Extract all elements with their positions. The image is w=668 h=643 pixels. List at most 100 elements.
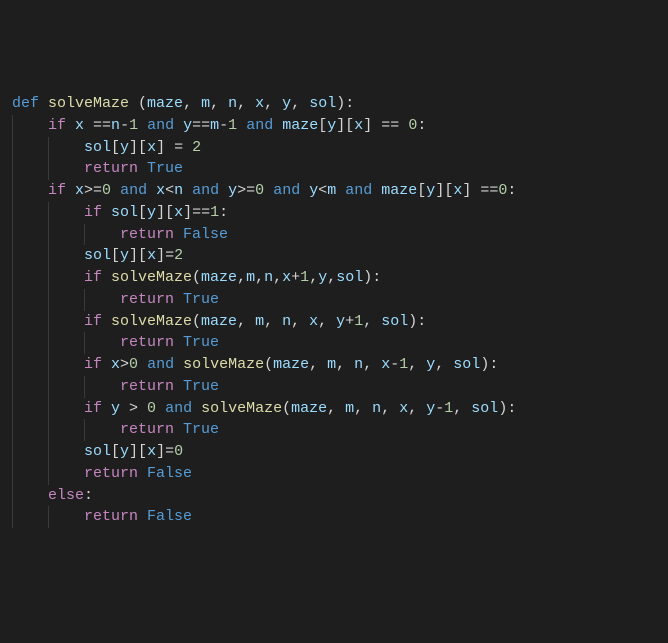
code-token: n <box>174 182 183 199</box>
code-token: and <box>138 117 183 134</box>
code-token: - <box>219 117 228 134</box>
code-token: x <box>174 204 183 221</box>
code-token: , <box>435 356 453 373</box>
code-token: if <box>48 182 75 199</box>
code-token: x <box>156 182 165 199</box>
code-token: , <box>273 269 282 286</box>
code-token: x <box>453 182 462 199</box>
code-token: sol <box>111 204 138 221</box>
code-token: < <box>165 182 174 199</box>
code-token: n <box>111 117 120 134</box>
code-token: 0 <box>102 182 111 199</box>
code-token: return <box>120 421 183 438</box>
code-token: ] <box>156 443 165 460</box>
code-token: maze <box>282 117 318 134</box>
code-token: , <box>291 95 309 112</box>
code-token: True <box>183 334 219 351</box>
code-token: ] <box>183 204 192 221</box>
code-token: , <box>237 95 255 112</box>
code-line: return True <box>10 376 658 398</box>
code-token: return <box>120 226 183 243</box>
code-token: [ <box>111 247 120 264</box>
code-token: 1 <box>228 117 237 134</box>
code-token: 2 <box>174 247 183 264</box>
code-token: n <box>372 400 381 417</box>
code-token: 0 <box>408 117 417 134</box>
code-token: and <box>237 117 282 134</box>
code-token: >= <box>84 182 102 199</box>
code-token: y <box>426 400 435 417</box>
code-token: solveMaze <box>48 95 138 112</box>
code-token: True <box>183 378 219 395</box>
code-line: return False <box>10 506 658 528</box>
code-token: and <box>183 182 228 199</box>
code-token: solveMaze <box>183 356 264 373</box>
code-token: > <box>120 356 129 373</box>
code-token: [ <box>111 139 120 156</box>
code-token: 2 <box>192 139 201 156</box>
code-token: , <box>237 269 246 286</box>
code-token: + <box>345 313 354 330</box>
code-token: - <box>390 356 399 373</box>
code-token: n <box>228 95 237 112</box>
code-token: y <box>228 182 237 199</box>
code-line: def solveMaze (maze, m, n, x, y, sol): <box>10 93 658 115</box>
code-token: x <box>381 356 390 373</box>
code-token: == <box>192 117 210 134</box>
code-token: x <box>111 356 120 373</box>
code-line: sol[y][x]=0 <box>10 441 658 463</box>
code-line: sol[y][x]=2 <box>10 245 658 267</box>
code-token: ( <box>192 269 201 286</box>
code-token: 1 <box>300 269 309 286</box>
code-token: y <box>147 204 156 221</box>
code-token: ] <box>156 247 165 264</box>
code-token: else <box>48 487 84 504</box>
code-line: return True <box>10 289 658 311</box>
code-token: sol <box>336 269 363 286</box>
code-token: y <box>282 95 291 112</box>
code-token: > <box>129 400 147 417</box>
code-token: = <box>174 139 192 156</box>
code-token: maze <box>273 356 309 373</box>
code-token: and <box>156 400 201 417</box>
code-token: == <box>480 182 498 199</box>
code-token: sol <box>84 443 111 460</box>
code-token: == <box>93 117 111 134</box>
code-token: , <box>453 400 471 417</box>
code-token: , <box>363 356 381 373</box>
code-token: m <box>327 182 336 199</box>
code-token: >= <box>237 182 255 199</box>
code-token: , <box>381 400 399 417</box>
code-token: y <box>318 269 327 286</box>
code-token: maze <box>291 400 327 417</box>
code-token: x <box>147 247 156 264</box>
code-token: , <box>309 356 327 373</box>
code-token: if <box>48 117 75 134</box>
code-token: , <box>327 400 345 417</box>
code-token: and <box>111 182 156 199</box>
code-token: ( <box>138 95 147 112</box>
code-block: def solveMaze (maze, m, n, x, y, sol):if… <box>10 93 658 528</box>
code-token: if <box>84 313 111 330</box>
code-token: , <box>183 95 201 112</box>
code-token: y <box>120 139 129 156</box>
code-token: if <box>84 400 111 417</box>
code-token: 0 <box>147 400 156 417</box>
code-token: y <box>183 117 192 134</box>
code-token: m <box>210 117 219 134</box>
code-token: x <box>282 269 291 286</box>
code-token: 1 <box>129 117 138 134</box>
code-token: n <box>282 313 291 330</box>
code-token: x <box>75 117 93 134</box>
code-token: if <box>84 269 111 286</box>
code-token: def <box>12 95 48 112</box>
code-token: return <box>120 378 183 395</box>
code-token: solveMaze <box>111 313 192 330</box>
code-line: if solveMaze(maze, m, n, x, y+1, sol): <box>10 311 658 333</box>
code-token: ): <box>498 400 516 417</box>
code-token: x <box>399 400 408 417</box>
code-token: 1 <box>210 204 219 221</box>
code-token: True <box>183 291 219 308</box>
code-token: : <box>84 487 93 504</box>
code-line: if solveMaze(maze,m,n,x+1,y,sol): <box>10 267 658 289</box>
